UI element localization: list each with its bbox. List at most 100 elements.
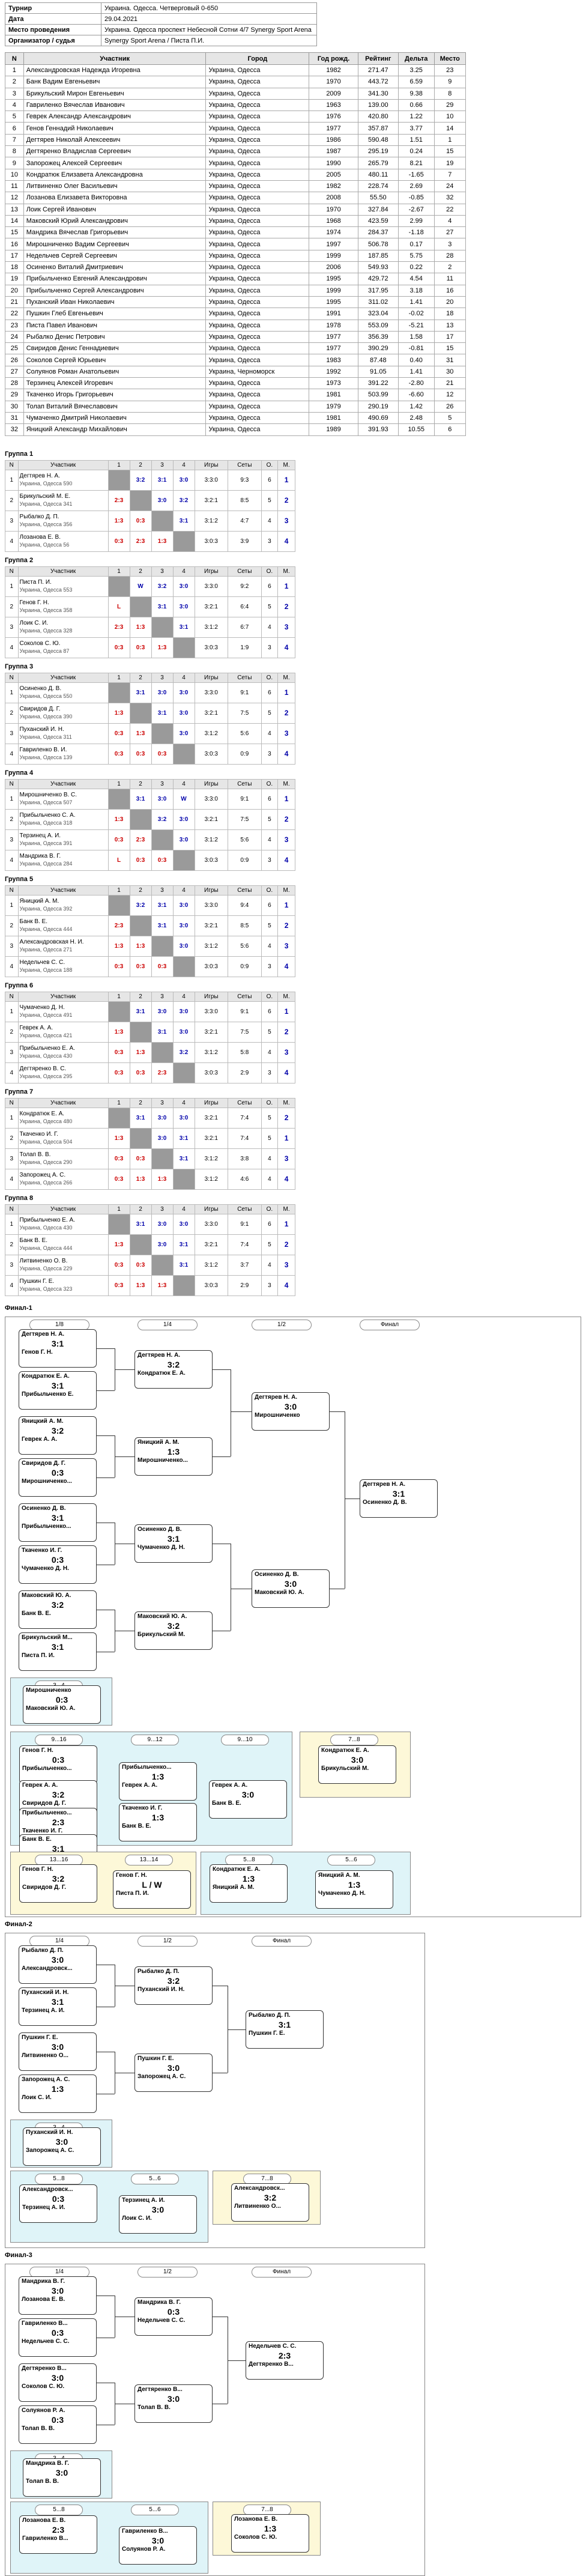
- group-sets: 0:9: [228, 743, 262, 765]
- group-score-cell: 3:0: [172, 935, 195, 957]
- player-cell: 423.59: [357, 214, 399, 228]
- group-score-cell: 0:3: [129, 743, 152, 765]
- group-games: 3:2:1: [194, 596, 229, 617]
- match-player-1: Ткаченко И. Г.: [122, 1804, 163, 1811]
- match-player-2: Александровск...: [22, 1965, 73, 1972]
- group-score: 3:0: [179, 816, 189, 823]
- group-games: 3:1:2: [194, 829, 229, 850]
- group-score: 1:3: [157, 1175, 167, 1183]
- info-row: Дата 29.04.2021: [5, 13, 317, 25]
- match-box: Александровск... 3:2 Литвиненко О...: [231, 2183, 309, 2222]
- match-box: Прибыльченко... 1:3 Геврек А. А.: [119, 1762, 197, 1801]
- group-place: 4: [277, 1062, 295, 1083]
- group-row: 3 Литвиненко О. В. Украина, Одесса 229 0:3 0…: [5, 1254, 295, 1276]
- match-player-2: Геврек А. А.: [122, 1781, 158, 1789]
- places-13-16-area: 13...16 13...14 Генов Г. Н. 3:2 Свиридов Д. …: [10, 1851, 196, 1915]
- group-score-cell: 3:1: [151, 702, 174, 724]
- group-place: 3: [277, 723, 295, 744]
- player-cell: 1970: [309, 203, 358, 216]
- match-box: Дегтярев Н. А. 3:0 Мирошниченко: [252, 1392, 330, 1431]
- group-score-cell: 0:3: [107, 1274, 130, 1296]
- group-sets: 7:5: [228, 808, 262, 830]
- player-cell: 25: [5, 342, 24, 355]
- group-col-header: Игры: [194, 1204, 229, 1214]
- group-player-name: Гавриленко В. И.: [19, 747, 67, 753]
- group-score-cell: 3:2: [129, 469, 152, 491]
- group-score-cell: 3:0: [172, 915, 195, 936]
- group-score-cell: 3:1: [151, 915, 174, 936]
- player-cell: 2.69: [397, 180, 435, 193]
- group-player-name: Банк В. Е.: [19, 918, 48, 925]
- group-player-name: Дегтяренко В. С.: [19, 1065, 67, 1072]
- player-cell: 27: [5, 365, 24, 378]
- match-box: Маковский Ю. А. 3:2 Банк В. Е.: [19, 1590, 97, 1629]
- group-score: 1:3: [136, 730, 145, 737]
- player-cell: 24: [5, 330, 24, 344]
- group-col-header: Игры: [194, 672, 229, 683]
- player-cell: 1981: [309, 411, 358, 425]
- group-head-row: N Участник 1 2 3 4 Игры Сеты О. М.: [5, 566, 295, 577]
- round-label: 1/2: [137, 1935, 198, 1947]
- match-player-1: Запорожец А. С.: [22, 2076, 70, 2083]
- group-score: 0:3: [136, 1155, 145, 1162]
- group-score-cell: 3:1: [151, 894, 174, 916]
- player-cell: 19: [433, 157, 467, 169]
- group-num: 3: [5, 829, 19, 850]
- group-score: 3:0: [179, 1008, 189, 1015]
- group-diagonal-cell: [129, 1127, 152, 1149]
- group-sets: 6:4: [228, 596, 262, 617]
- group-table: N Участник 1 2 3 4 Игры Сеты О. М. 1 Прибыльченко Е…: [5, 1204, 295, 1296]
- group-diagonal-cell: [107, 1001, 130, 1022]
- group-games: 3:3:0: [194, 894, 229, 916]
- group-score: 1:3: [157, 1282, 167, 1289]
- match-player-1: Свиридов Д. Г.: [22, 1459, 66, 1467]
- group-row: 4 Гавриленко В. И. Украина, Одесса 139 0:3 0…: [5, 743, 295, 765]
- group-games: 3:0:3: [194, 743, 229, 765]
- group-points: 3: [261, 530, 279, 552]
- player-row: 12 Лозанова Елизавета Викторовна Украина, …: [5, 192, 467, 204]
- player-row: 2 Банк Вадим Евгеньевич Украина, Одесса 197…: [5, 76, 467, 88]
- match-box: Дегтярев Н. А. 3:1 Осиненко Д. В.: [360, 1479, 438, 1518]
- group-row: 2 Брикульский М. Е. Украина, Одесса 341 2:3…: [5, 489, 295, 511]
- player-cell: 28: [5, 377, 24, 390]
- match-box: Мирошниченко 0:3 Маковский Ю. А.: [23, 1685, 101, 1724]
- group-score-cell: 3:1: [172, 1254, 195, 1276]
- player-cell: 22: [433, 203, 467, 216]
- group-score-cell: 3:1: [151, 469, 174, 491]
- group-score-cell: 1:3: [151, 637, 174, 658]
- group-title: Группа 4: [5, 769, 34, 777]
- player-cell: 22: [5, 308, 24, 320]
- group-place: 3: [277, 616, 295, 638]
- match-player-2: Лозанова Е. В.: [22, 2296, 65, 2303]
- player-cell: 3.18: [397, 284, 435, 297]
- match-score: 3:2: [167, 1975, 180, 1986]
- player-cell: 1.42: [397, 400, 435, 413]
- group-place-value: 4: [284, 1068, 289, 1077]
- group-score-cell: 0:3: [107, 723, 130, 744]
- match-score: 3:0: [241, 1789, 255, 1799]
- player-cell: Украина, Одесса: [205, 64, 310, 77]
- players-col-header: Дельта: [397, 52, 435, 65]
- group-col-header: О.: [261, 1204, 279, 1214]
- bracket-line: [115, 1456, 134, 1457]
- group-player-name: Соколов С. Ю.: [19, 640, 61, 647]
- match-score: 2:3: [278, 2350, 291, 2360]
- group-sets: 3:9: [228, 530, 262, 552]
- match-box: Кондратюк Е. А. 1:3 Яницкий А. М.: [210, 1864, 288, 1903]
- group-place: 1: [277, 682, 295, 703]
- group-player: Свиридов Д. Г. Украина, Одесса 390: [17, 702, 109, 724]
- group-score: 1:3: [136, 1282, 145, 1289]
- group-col-header: Сеты: [228, 778, 262, 789]
- group-score: 0:3: [136, 1261, 145, 1268]
- group-score-cell: 3:0: [151, 1213, 174, 1235]
- group-title: Группа 5: [5, 875, 34, 883]
- group-score-cell: 2:3: [107, 489, 130, 511]
- group-score: 0:3: [114, 1261, 124, 1268]
- group-points: 5: [261, 596, 279, 617]
- match-player-2: Мирошниченко...: [137, 1456, 188, 1464]
- group-games: 3:2:1: [194, 1021, 229, 1043]
- group-col-header: 3: [151, 1204, 174, 1214]
- match-score: 3:1: [51, 1996, 64, 2007]
- group-head-row: N Участник 1 2 3 4 Игры Сеты О. М.: [5, 778, 295, 789]
- group-head-row: N Участник 1 2 3 4 Игры Сеты О. М.: [5, 885, 295, 896]
